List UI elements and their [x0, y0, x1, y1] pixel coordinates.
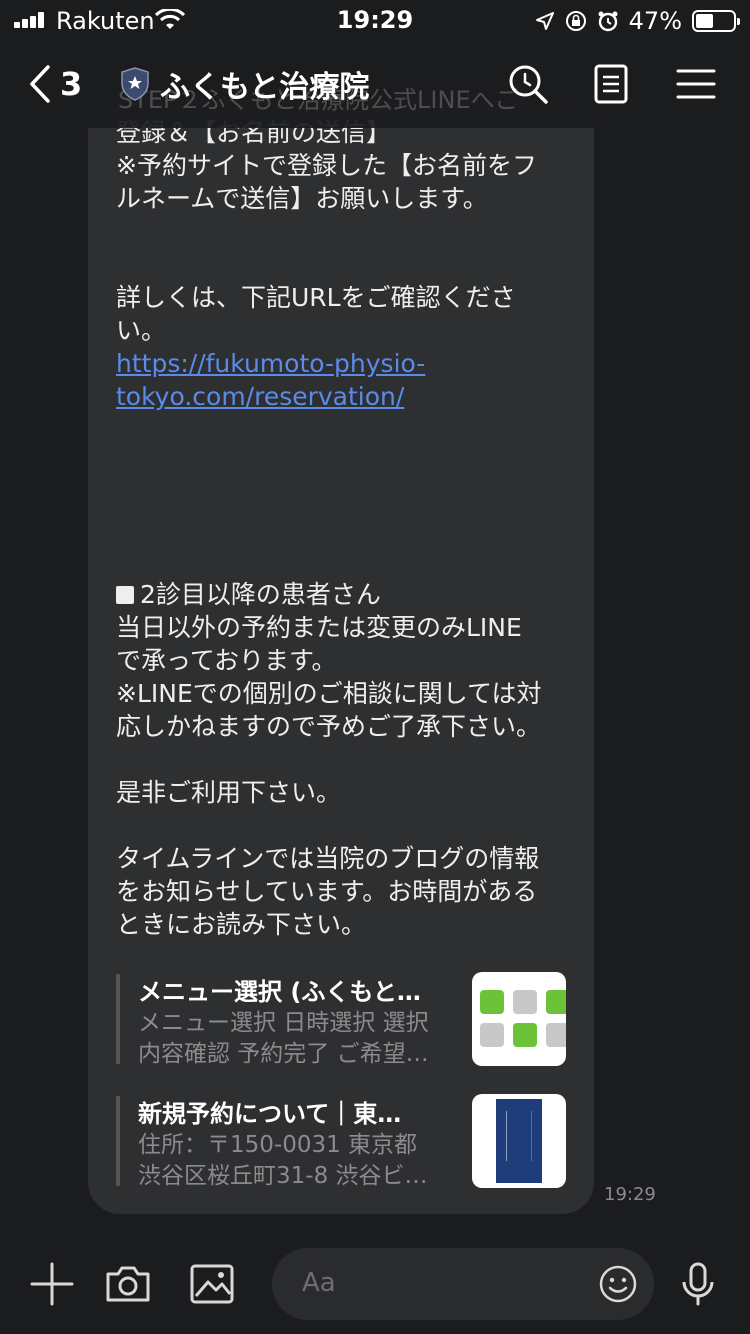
- link-card-desc: メニュー選択 日時選択 選択 内容確認 予約完了 ご希望…: [138, 1010, 429, 1067]
- message-line: [116, 446, 586, 479]
- message-line: ときにお読み下さい。: [116, 910, 367, 939]
- message-text: 登録＆【お名前の送信】 ※予約サイトで登録した【お名前をフ ルネームで送信】お願いし…: [116, 116, 586, 941]
- link-card-reservation[interactable]: 新規予約について｜東… 住所：〒150-0031 東京都 渋谷区桜丘町31-8 …: [116, 1094, 566, 1189]
- book-cover-thumbnail: [472, 1094, 566, 1188]
- message-bubble: 登録＆【お名前の送信】 ※予約サイトで登録した【お名前をフ ルネームで送信】お願いし…: [88, 100, 594, 1214]
- search-icon[interactable]: [506, 62, 550, 106]
- message-line-text: 2診目以降の患者さん: [140, 580, 381, 609]
- emoji-icon[interactable]: [598, 1264, 638, 1304]
- message-line: [116, 479, 586, 512]
- message-line: 是非ご利用下さい。: [116, 778, 342, 807]
- battery-icon: [692, 10, 740, 32]
- message-line: 2診目以降の患者さん: [116, 578, 586, 611]
- status-bar: Rakuten 19:29 47%: [0, 0, 750, 42]
- back-button[interactable]: 3: [28, 64, 82, 104]
- message-line: ルネームで送信】お願いします。: [116, 184, 488, 213]
- message-line: タイムラインでは当院のブログの情報: [116, 844, 540, 873]
- message-link[interactable]: https://fukumoto-physio-: [116, 347, 586, 380]
- message-line: ※LINEでの個別のご相談に関しては対: [116, 679, 542, 708]
- message-line: [116, 248, 586, 281]
- message-line: [116, 809, 586, 842]
- message-link[interactable]: tokyo.com/reservation/: [116, 380, 586, 413]
- rotation-lock-icon: [565, 11, 586, 31]
- link-card-title: メニュー選択 (ふくもと…: [138, 978, 421, 1006]
- message-line: [116, 743, 586, 776]
- image-icon[interactable]: [188, 1260, 236, 1308]
- message-input[interactable]: Aa: [272, 1248, 654, 1320]
- battery-percent: 47%: [628, 7, 682, 35]
- message-line: をお知らせしています。お時間がある: [116, 877, 538, 906]
- notes-icon[interactable]: [590, 62, 634, 106]
- message-line: ※予約サイトで登録した【お名前をフ: [116, 151, 537, 180]
- unread-count: 3: [60, 65, 83, 103]
- menu-icon[interactable]: [674, 62, 718, 106]
- menu-grid-thumbnail: [472, 972, 566, 1066]
- message-line: い。: [116, 316, 167, 345]
- camera-icon[interactable]: [104, 1260, 152, 1308]
- message-line: 応しかねますので予めご了承下さい。: [116, 712, 542, 741]
- link-card-menu[interactable]: メニュー選択 (ふくもと… メニュー選択 日時選択 選択 内容確認 予約完了 ご…: [116, 972, 566, 1067]
- alarm-icon: [598, 11, 618, 32]
- message-line: [116, 545, 586, 578]
- message-input-placeholder: Aa: [302, 1268, 336, 1298]
- message-line: 詳しくは、下記URLをご確認くださ: [116, 283, 516, 312]
- message-input-bar: Aa: [0, 1234, 750, 1334]
- chat-header: STEP２ふくもと治療院公式LINEへご 3 ふくもと治療院: [0, 42, 750, 128]
- back-chevron-icon: [30, 65, 50, 103]
- message-timestamp: 19:29: [604, 1184, 656, 1205]
- plus-icon[interactable]: [28, 1260, 76, 1308]
- square-bullet-icon: [116, 586, 134, 604]
- shield-icon: [121, 67, 149, 101]
- location-icon: [535, 12, 554, 30]
- message-line: [116, 413, 586, 446]
- message-line: [116, 512, 586, 545]
- message-line: 当日以外の予約または変更のみLINE: [116, 613, 522, 642]
- message-line: [116, 215, 586, 248]
- message-line: で承っております。: [116, 646, 337, 675]
- chat-title[interactable]: ふくもと治療院: [120, 62, 369, 106]
- link-card-title: 新規予約について｜東…: [138, 1100, 402, 1128]
- chat-title-text: ふくもと治療院: [160, 70, 370, 105]
- mic-icon[interactable]: [674, 1260, 722, 1308]
- link-card-desc: 住所：〒150-0031 東京都 渋谷区桜丘町31-8 渋谷ビ…: [138, 1132, 428, 1189]
